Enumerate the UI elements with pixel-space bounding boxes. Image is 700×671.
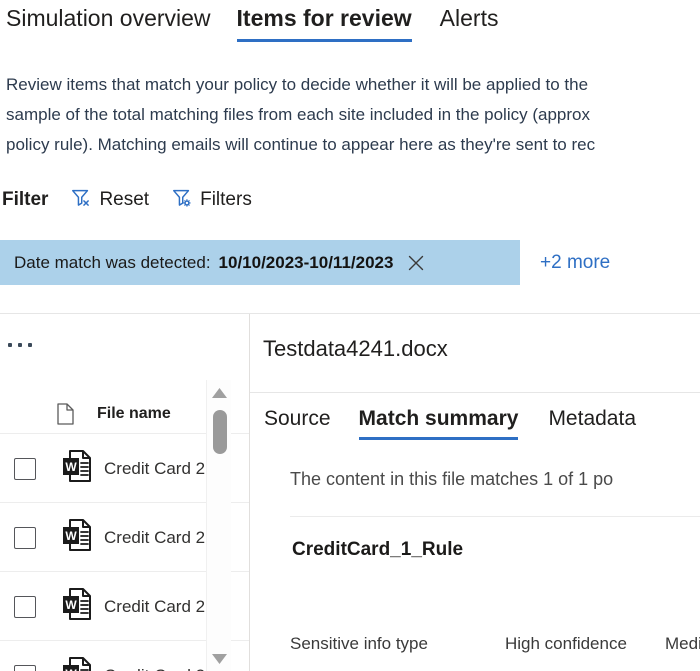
rule-name-heading: CreditCard_1_Rule — [292, 539, 464, 560]
tab-simulation-overview-label: Simulation overview — [6, 5, 211, 31]
tab-metadata[interactable]: Metadata — [548, 407, 636, 431]
column-header-medium: Medium — [665, 634, 700, 653]
file-icon — [56, 402, 75, 425]
match-summary-text: The content in this file matches 1 of 1 … — [290, 469, 614, 489]
ellipsis-dot — [8, 343, 12, 347]
svg-text:W: W — [65, 460, 77, 474]
column-header-sensitive-info-type: Sensitive info type — [290, 634, 428, 653]
reset-filters-label: Reset — [99, 189, 150, 210]
file-list-scrollbar[interactable] — [206, 380, 231, 671]
tab-alerts[interactable]: Alerts — [440, 0, 499, 32]
tab-source[interactable]: Source — [264, 407, 331, 431]
content-split-view: File name W Credit Card 2 05 W Credit Ca… — [0, 313, 700, 671]
more-options-icon[interactable] — [8, 336, 42, 354]
row-checkbox[interactable] — [14, 457, 36, 480]
row-checkbox[interactable] — [14, 595, 36, 618]
reset-filters-button[interactable]: Reset — [70, 187, 149, 214]
filter-chip-value: 10/10/2023-10/11/2023 — [218, 252, 394, 272]
filters-button[interactable]: Filters — [171, 187, 252, 214]
top-tab-bar: Simulation overview Items for review Ale… — [0, 0, 700, 52]
tab-alerts-label: Alerts — [439, 5, 499, 31]
word-document-icon: W — [61, 656, 94, 671]
ellipsis-dot — [18, 343, 22, 347]
tab-metadata-label: Metadata — [548, 407, 636, 430]
more-filters-link[interactable]: +2 more — [540, 252, 610, 274]
svg-text:W: W — [65, 529, 77, 543]
column-header-high-confidence: High confidence — [505, 634, 627, 653]
funnel-x-icon — [70, 187, 92, 214]
row-checkbox[interactable] — [14, 526, 36, 549]
word-document-icon: W — [61, 518, 94, 557]
divider — [290, 516, 700, 517]
tab-match-summary[interactable]: Match summary — [358, 407, 519, 440]
page-description: Review items that match your policy to d… — [6, 75, 596, 154]
row-checkbox[interactable] — [14, 664, 36, 671]
detail-tab-bar: Source Match summary Metadata — [250, 392, 700, 444]
scroll-down-arrow-icon[interactable] — [207, 648, 232, 670]
filter-label: Filter — [2, 189, 49, 210]
funnel-gear-icon — [171, 187, 193, 214]
filter-command-bar: Filter Reset Filters — [0, 185, 252, 215]
scrollbar-thumb[interactable] — [213, 410, 227, 454]
applied-filters-row: Date match was detected: 10/10/2023-10/1… — [0, 240, 610, 285]
word-document-icon: W — [61, 449, 94, 488]
tab-simulation-overview[interactable]: Simulation overview — [6, 0, 211, 32]
scroll-up-arrow-icon[interactable] — [207, 382, 232, 404]
match-table-header: Sensitive info type High confidence Medi… — [290, 634, 700, 654]
column-header-file-name[interactable]: File name — [97, 405, 171, 423]
document-title: Testdata4241.docx — [263, 336, 448, 361]
file-list-pane: File name W Credit Card 2 05 W Credit Ca… — [0, 314, 250, 671]
ellipsis-dot — [28, 343, 32, 347]
filter-chip-date-match[interactable]: Date match was detected: 10/10/2023-10/1… — [0, 240, 520, 285]
file-detail-pane: Testdata4241.docx Source Match summary M… — [250, 314, 700, 671]
word-document-icon: W — [61, 587, 94, 626]
close-icon[interactable] — [405, 252, 427, 274]
items-for-review-page: Simulation overview Items for review Ale… — [0, 0, 700, 671]
svg-text:W: W — [65, 667, 77, 671]
tab-source-label: Source — [264, 407, 331, 430]
tab-items-for-review[interactable]: Items for review — [236, 0, 412, 42]
tab-match-summary-label: Match summary — [358, 407, 519, 430]
svg-text:W: W — [65, 598, 77, 612]
tab-items-for-review-label: Items for review — [236, 5, 412, 31]
filter-chip-label: Date match was detected: — [14, 252, 211, 272]
filters-label: Filters — [200, 189, 252, 210]
